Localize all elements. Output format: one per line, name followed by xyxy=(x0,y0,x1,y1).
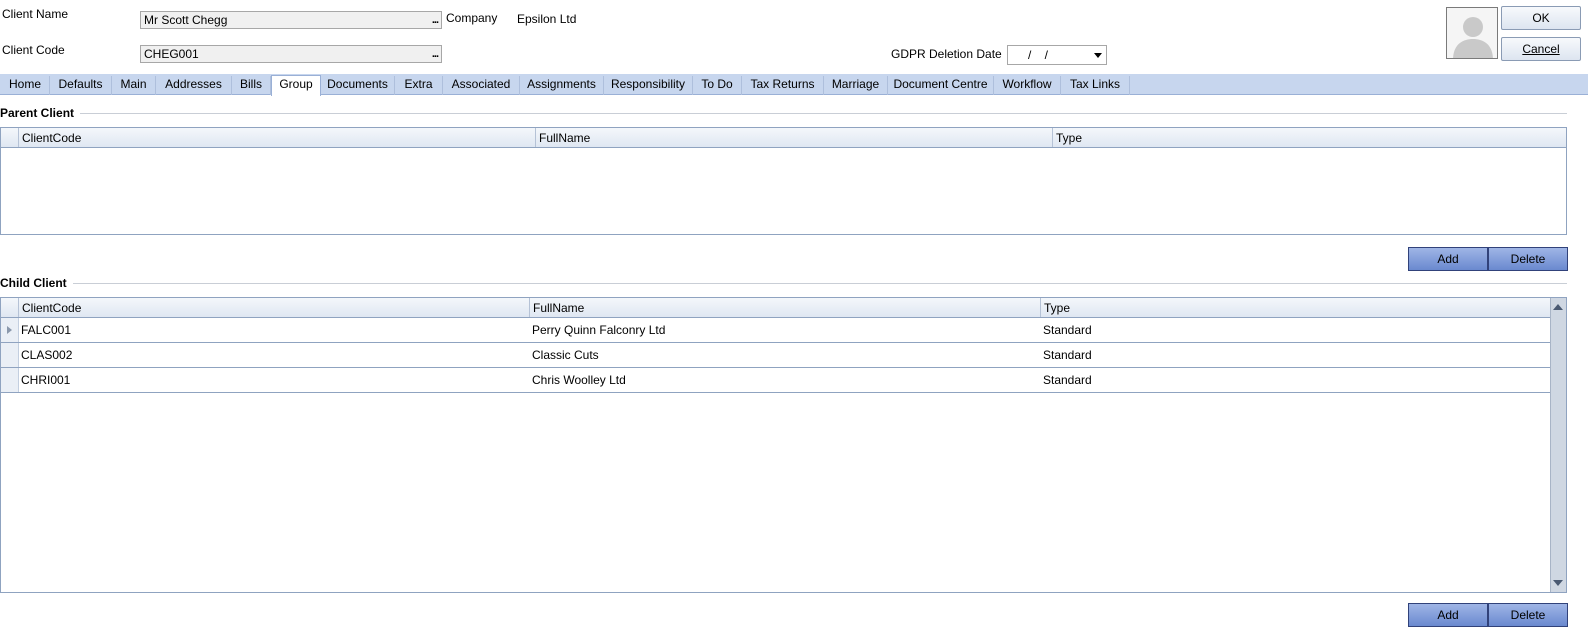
tab-tax-returns[interactable]: Tax Returns xyxy=(742,76,824,95)
parent-section-divider xyxy=(70,113,1567,114)
tab-main[interactable]: Main xyxy=(112,76,156,95)
company-value: Epsilon Ltd xyxy=(517,12,577,26)
child-grid-header: ClientCode FullName Type xyxy=(1,298,1550,318)
client-code-value: CHEG001 xyxy=(144,47,199,61)
row-selector[interactable] xyxy=(1,368,19,392)
row-fullname: Perry Quinn Falconry Ltd xyxy=(532,323,666,337)
tab-documents[interactable]: Documents xyxy=(321,76,395,95)
table-row[interactable]: CLAS002 Classic Cuts Standard xyxy=(1,343,1550,368)
gdpr-date-value: / / xyxy=(1028,48,1049,62)
parent-add-button[interactable]: Add xyxy=(1408,247,1488,271)
tab-defaults[interactable]: Defaults xyxy=(50,76,112,95)
table-row[interactable]: CHRI001 Chris Woolley Ltd Standard xyxy=(1,368,1550,393)
row-clientcode: CLAS002 xyxy=(21,348,73,362)
tab-bills[interactable]: Bills xyxy=(232,76,271,95)
child-grid-scrollbar[interactable] xyxy=(1550,298,1566,592)
ok-button[interactable]: OK xyxy=(1501,6,1581,30)
scroll-down-icon[interactable] xyxy=(1553,580,1563,586)
parent-col-type[interactable]: Type xyxy=(1052,128,1566,147)
child-col-fullname[interactable]: FullName xyxy=(529,298,1040,317)
parent-client-title: Parent Client xyxy=(0,106,81,120)
child-client-title: Child Client xyxy=(0,276,73,290)
tab-to-do[interactable]: To Do xyxy=(693,76,742,95)
gdpr-deletion-date-picker[interactable]: / / xyxy=(1007,45,1107,65)
client-code-field[interactable]: CHEG001 ... xyxy=(140,45,442,63)
tab-bar: Home Defaults Main Addresses Bills Group… xyxy=(0,74,1588,96)
client-name-label: Client Name xyxy=(2,7,69,21)
tab-group[interactable]: Group xyxy=(271,75,321,96)
row-fullname: Chris Woolley Ltd xyxy=(532,373,626,387)
scroll-up-icon[interactable] xyxy=(1553,304,1563,310)
child-section-divider xyxy=(70,283,1567,284)
row-selector[interactable] xyxy=(1,318,19,342)
child-add-button[interactable]: Add xyxy=(1408,603,1488,627)
child-col-clientcode[interactable]: ClientCode xyxy=(18,298,529,317)
tab-document-centre[interactable]: Document Centre xyxy=(888,76,994,95)
client-name-value: Mr Scott Chegg xyxy=(144,13,228,27)
client-code-browse-button[interactable]: ... xyxy=(432,46,439,62)
tab-addresses[interactable]: Addresses xyxy=(156,76,232,95)
row-clientcode: CHRI001 xyxy=(21,373,71,387)
tab-tax-links[interactable]: Tax Links xyxy=(1061,76,1130,95)
row-type: Standard xyxy=(1043,373,1092,387)
client-photo[interactable] xyxy=(1446,7,1498,59)
tab-home[interactable]: Home xyxy=(1,76,50,95)
child-client-grid[interactable]: ClientCode FullName Type FALC001 Perry Q… xyxy=(0,297,1567,593)
tab-assignments[interactable]: Assignments xyxy=(520,76,604,95)
avatar-icon xyxy=(1453,17,1493,58)
client-name-browse-button[interactable]: ... xyxy=(432,12,439,28)
chevron-down-icon[interactable] xyxy=(1094,53,1102,58)
parent-col-fullname[interactable]: FullName xyxy=(535,128,1052,147)
client-code-label: Client Code xyxy=(2,43,65,57)
row-type: Standard xyxy=(1043,348,1092,362)
tab-marriage[interactable]: Marriage xyxy=(824,76,888,95)
tab-responsibility[interactable]: Responsibility xyxy=(604,76,693,95)
row-selector[interactable] xyxy=(1,343,19,367)
child-delete-button[interactable]: Delete xyxy=(1488,603,1568,627)
parent-col-clientcode[interactable]: ClientCode xyxy=(18,128,535,147)
parent-client-grid[interactable]: ClientCode FullName Type xyxy=(0,127,1567,235)
row-fullname: Classic Cuts xyxy=(532,348,599,362)
gdpr-deletion-date-label: GDPR Deletion Date xyxy=(891,47,1002,61)
row-clientcode: FALC001 xyxy=(21,323,72,337)
child-col-type[interactable]: Type xyxy=(1040,298,1550,317)
company-label: Company xyxy=(446,11,498,25)
current-row-icon xyxy=(7,326,12,334)
cancel-button[interactable]: Cancel xyxy=(1501,37,1581,61)
tab-workflow[interactable]: Workflow xyxy=(994,76,1061,95)
table-row[interactable]: FALC001 Perry Quinn Falconry Ltd Standar… xyxy=(1,318,1550,343)
tab-associated[interactable]: Associated xyxy=(443,76,520,95)
parent-grid-header: ClientCode FullName Type xyxy=(1,128,1566,148)
client-name-field[interactable]: Mr Scott Chegg ... xyxy=(140,11,442,29)
row-type: Standard xyxy=(1043,323,1092,337)
tab-extra[interactable]: Extra xyxy=(395,76,443,95)
parent-delete-button[interactable]: Delete xyxy=(1488,247,1568,271)
